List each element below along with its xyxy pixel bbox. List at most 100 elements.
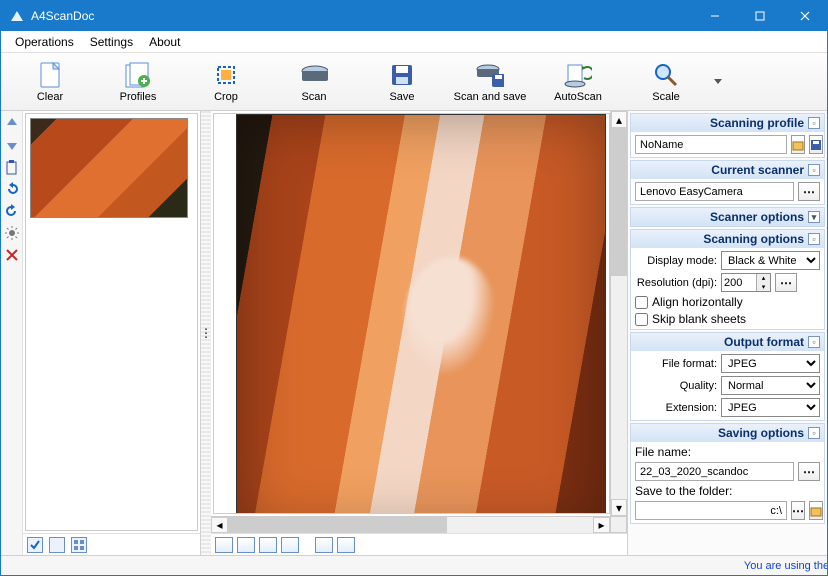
quality-select[interactable]: Normal bbox=[721, 376, 820, 395]
flip-tool-1[interactable] bbox=[315, 537, 333, 553]
autoscan-button[interactable]: AutoScan bbox=[535, 56, 621, 108]
section-title: Current scanner bbox=[711, 163, 804, 177]
file-name-input[interactable] bbox=[635, 462, 794, 481]
collapse-icon[interactable]: ▫ bbox=[808, 336, 820, 348]
status-bar: You are using the latest v bbox=[1, 555, 827, 575]
scanning-options-section: Scanning options ▫ Display mode: Black & … bbox=[630, 229, 825, 330]
clear-button[interactable]: Clear bbox=[7, 56, 93, 108]
splitter[interactable]: ⋮ bbox=[201, 111, 211, 555]
save-icon bbox=[388, 61, 416, 89]
rotate-tool-4[interactable] bbox=[281, 537, 299, 553]
resolution-input[interactable]: ▴▾ bbox=[721, 273, 771, 292]
preview-panel: ▴ ▾ ◂ ▸ bbox=[211, 111, 627, 555]
align-checkbox[interactable]: Align horizontally bbox=[635, 295, 820, 309]
folder-browse-icon[interactable] bbox=[809, 501, 823, 520]
rotate-left-icon[interactable] bbox=[4, 181, 20, 197]
extension-select[interactable]: JPEG bbox=[721, 398, 820, 417]
move-up-icon[interactable] bbox=[4, 115, 20, 131]
section-title: Scanning profile bbox=[710, 116, 804, 130]
file-format-label: File format: bbox=[635, 358, 717, 370]
quality-label: Quality: bbox=[635, 380, 717, 392]
collapse-icon[interactable]: ▫ bbox=[808, 117, 820, 129]
properties-panel: Scanning profile ▫ ▾ Current scanner ▫ ⋯ bbox=[627, 111, 827, 555]
scan-and-save-button[interactable]: Scan and save bbox=[447, 56, 533, 108]
page-icon bbox=[36, 61, 64, 89]
profile-save-icon[interactable] bbox=[809, 135, 823, 154]
preview-toolbar bbox=[211, 533, 627, 555]
autoscan-icon bbox=[564, 61, 592, 89]
rotate-tool-2[interactable] bbox=[237, 537, 255, 553]
scale-dropdown[interactable] bbox=[711, 56, 725, 108]
rotate-right-icon[interactable] bbox=[4, 203, 20, 219]
delete-icon[interactable] bbox=[4, 247, 20, 263]
section-title: Scanner options bbox=[710, 210, 804, 224]
resolution-label: Resolution (dpi): bbox=[635, 277, 717, 289]
magnifier-icon bbox=[652, 61, 680, 89]
scanner-icon bbox=[300, 61, 328, 89]
menu-settings[interactable]: Settings bbox=[82, 33, 141, 51]
save-folder-input[interactable] bbox=[635, 501, 787, 520]
collapse-icon[interactable]: ▫ bbox=[808, 233, 820, 245]
file-format-select[interactable]: JPEG bbox=[721, 354, 820, 373]
scroll-up-icon[interactable]: ▴ bbox=[611, 111, 627, 128]
saving-options-section: Saving options▫ File name: ⋯ Save to the… bbox=[630, 423, 825, 524]
save-button[interactable]: Save bbox=[359, 56, 445, 108]
file-name-more-button[interactable]: ⋯ bbox=[798, 462, 820, 481]
close-button[interactable] bbox=[782, 1, 827, 31]
vertical-scrollbar[interactable]: ▴ ▾ bbox=[610, 111, 627, 516]
skip-blank-checkbox[interactable]: Skip blank sheets bbox=[635, 312, 820, 326]
thumbnail-panel bbox=[23, 111, 201, 555]
extension-label: Extension: bbox=[635, 402, 717, 414]
horizontal-scrollbar[interactable]: ◂ ▸ bbox=[211, 516, 610, 533]
window-title: A4ScanDoc bbox=[31, 9, 692, 23]
scan-button[interactable]: Scan bbox=[271, 56, 357, 108]
output-format-section: Output format▫ File format: JPEG Quality… bbox=[630, 332, 825, 421]
thumbnail-toolbar bbox=[23, 533, 200, 555]
section-title: Saving options bbox=[718, 426, 804, 440]
crop-icon bbox=[212, 61, 240, 89]
preview-canvas[interactable] bbox=[213, 113, 610, 514]
select-all-button[interactable] bbox=[27, 537, 43, 553]
menubar: Operations Settings About bbox=[1, 31, 827, 53]
expand-icon[interactable]: ▾ bbox=[808, 211, 820, 223]
crop-button[interactable]: Crop bbox=[183, 56, 269, 108]
thumbnail-item[interactable] bbox=[30, 118, 188, 218]
scanner-browse-button[interactable]: ⋯ bbox=[798, 182, 820, 201]
rotate-tool-3[interactable] bbox=[259, 537, 277, 553]
file-name-label: File name: bbox=[635, 445, 820, 459]
display-mode-select[interactable]: Black & White bbox=[721, 251, 820, 270]
menu-about[interactable]: About bbox=[141, 33, 188, 51]
resolution-more-button[interactable]: ⋯ bbox=[775, 273, 797, 292]
scroll-down-icon[interactable]: ▾ bbox=[611, 499, 627, 516]
maximize-button[interactable] bbox=[737, 1, 782, 31]
move-down-icon[interactable] bbox=[4, 137, 20, 153]
section-title: Scanning options bbox=[703, 232, 804, 246]
scanner-name-input[interactable] bbox=[635, 182, 794, 201]
flip-tool-2[interactable] bbox=[337, 537, 355, 553]
thumbnail-list[interactable] bbox=[25, 113, 198, 531]
minimize-button[interactable] bbox=[692, 1, 737, 31]
scanner-options-section: Scanner options ▾ bbox=[630, 207, 825, 227]
brightness-icon[interactable] bbox=[4, 225, 20, 241]
profiles-button[interactable]: Profiles bbox=[95, 56, 181, 108]
toolbar: Clear Profiles Crop Scan Save Scan and s… bbox=[1, 53, 827, 111]
display-mode-label: Display mode: bbox=[635, 255, 717, 267]
collapse-icon[interactable]: ▫ bbox=[808, 164, 820, 176]
current-scanner-section: Current scanner ▫ ⋯ bbox=[630, 160, 825, 205]
folder-more-button[interactable]: ⋯ bbox=[791, 501, 805, 520]
clipboard-icon[interactable] bbox=[4, 159, 20, 175]
rotate-tool-1[interactable] bbox=[215, 537, 233, 553]
scan-save-icon bbox=[476, 61, 504, 89]
menu-operations[interactable]: Operations bbox=[7, 33, 82, 51]
scanning-profile-section: Scanning profile▫ ▾ bbox=[630, 113, 825, 158]
scroll-right-icon[interactable]: ▸ bbox=[593, 517, 610, 533]
grid-view-button[interactable] bbox=[71, 537, 87, 553]
scroll-left-icon[interactable]: ◂ bbox=[211, 517, 228, 533]
collapse-icon[interactable]: ▫ bbox=[808, 427, 820, 439]
profiles-icon bbox=[124, 61, 152, 89]
profile-name-input[interactable] bbox=[635, 135, 787, 154]
scale-button[interactable]: Scale bbox=[623, 56, 709, 108]
profile-open-icon[interactable] bbox=[791, 135, 805, 154]
deselect-button[interactable] bbox=[49, 537, 65, 553]
titlebar: A4ScanDoc bbox=[1, 1, 827, 31]
